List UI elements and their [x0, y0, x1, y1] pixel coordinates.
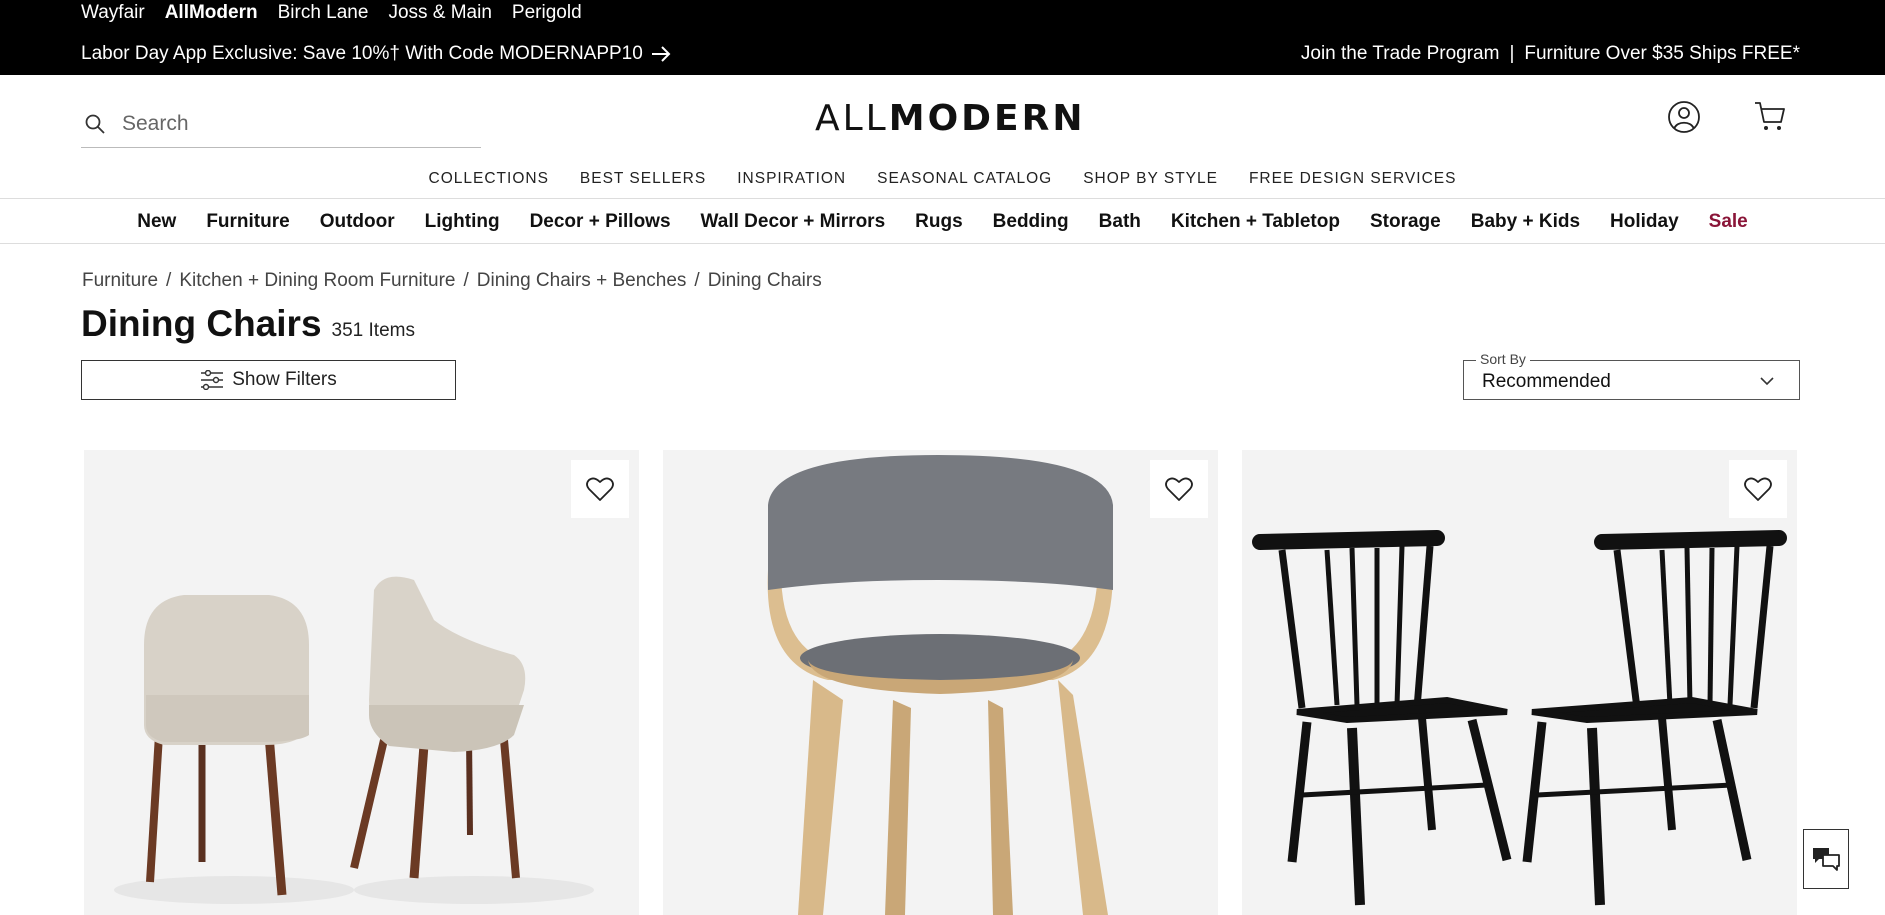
category-decor-pillows[interactable]: Decor + Pillows — [530, 211, 671, 233]
trade-links: Join the Trade Program | Furniture Over … — [1301, 43, 1800, 65]
heart-icon — [1165, 477, 1193, 501]
category-holiday[interactable]: Holiday — [1610, 211, 1679, 233]
product-image-black-spindle-chairs[interactable] — [1242, 450, 1797, 915]
subnav-inspiration[interactable]: INSPIRATION — [737, 170, 846, 188]
subnav-collections[interactable]: COLLECTIONS — [429, 170, 549, 188]
promo-link[interactable]: Labor Day App Exclusive: Save 10%† With … — [81, 43, 671, 65]
brand-link-perigold[interactable]: Perigold — [512, 2, 582, 24]
nav-divider — [0, 198, 1885, 199]
breadcrumb-separator: / — [694, 270, 700, 291]
sort-by-label: Sort By — [1476, 351, 1530, 367]
brand-link-wayfair[interactable]: Wayfair — [81, 2, 145, 24]
category-divider — [0, 243, 1885, 244]
chevron-down-icon — [1760, 377, 1774, 386]
heart-icon — [586, 477, 614, 501]
arrow-right-icon — [651, 46, 671, 62]
breadcrumb-separator: / — [463, 270, 469, 291]
secondary-nav: COLLECTIONS BEST SELLERS INSPIRATION SEA… — [0, 170, 1885, 188]
show-filters-label: Show Filters — [232, 369, 337, 390]
brand-link-birch-lane[interactable]: Birch Lane — [278, 2, 369, 24]
category-kitchen-tabletop[interactable]: Kitchen + Tabletop — [1171, 211, 1340, 233]
site-logo[interactable]: ALLMODERN — [815, 98, 1086, 139]
breadcrumb-dining-chairs-benches[interactable]: Dining Chairs + Benches — [477, 270, 687, 292]
sort-by-value: Recommended — [1482, 371, 1611, 392]
logo-thin-text: ALL — [815, 98, 889, 139]
trade-separator: | — [1509, 43, 1515, 64]
heart-icon — [1744, 477, 1772, 501]
item-count: 351 Items — [331, 320, 415, 341]
search-icon[interactable] — [84, 113, 106, 135]
category-lighting[interactable]: Lighting — [425, 211, 500, 233]
category-new[interactable]: New — [137, 211, 176, 233]
cart-icon[interactable] — [1754, 100, 1786, 132]
category-bath[interactable]: Bath — [1099, 211, 1141, 233]
chat-icon — [1813, 848, 1840, 871]
category-baby-kids[interactable]: Baby + Kids — [1471, 211, 1580, 233]
search-bar — [81, 100, 481, 148]
top-banner: Wayfair AllModern Birch Lane Joss & Main… — [0, 0, 1885, 75]
product-card[interactable] — [663, 450, 1218, 915]
page-title: Dining Chairs — [81, 303, 322, 344]
product-card[interactable] — [84, 450, 639, 915]
subnav-best-sellers[interactable]: BEST SELLERS — [580, 170, 706, 188]
breadcrumb-kitchen-dining[interactable]: Kitchen + Dining Room Furniture — [179, 270, 455, 292]
product-image-gray-wood-chair[interactable] — [663, 450, 1218, 915]
category-bedding[interactable]: Bedding — [993, 211, 1069, 233]
category-furniture[interactable]: Furniture — [206, 211, 289, 233]
category-sale[interactable]: Sale — [1709, 211, 1748, 233]
trade-program-link[interactable]: Join the Trade Program — [1301, 43, 1500, 65]
sliders-icon — [201, 370, 224, 390]
category-outdoor[interactable]: Outdoor — [320, 211, 395, 233]
promo-text: Labor Day App Exclusive: Save 10%† With … — [81, 43, 643, 64]
favorite-button[interactable] — [1729, 460, 1787, 518]
breadcrumb-separator: / — [166, 270, 172, 291]
chat-button[interactable] — [1803, 829, 1849, 889]
subnav-seasonal-catalog[interactable]: SEASONAL CATALOG — [877, 170, 1052, 188]
favorite-button[interactable] — [1150, 460, 1208, 518]
free-shipping-link[interactable]: Furniture Over $35 Ships FREE* — [1524, 43, 1800, 65]
show-filters-button[interactable]: Show Filters — [81, 360, 456, 400]
breadcrumb: Furniture / Kitchen + Dining Room Furnit… — [82, 270, 822, 292]
category-rugs[interactable]: Rugs — [915, 211, 963, 233]
breadcrumb-dining-chairs[interactable]: Dining Chairs — [708, 270, 822, 292]
page-header: Dining Chairs 351 Items — [81, 303, 415, 345]
sort-by-select[interactable]: Sort By Recommended — [1463, 351, 1800, 400]
product-image-upholstered-chairs[interactable] — [84, 450, 639, 915]
subnav-shop-by-style[interactable]: SHOP BY STYLE — [1083, 170, 1218, 188]
category-nav: New Furniture Outdoor Lighting Decor + P… — [0, 211, 1885, 233]
subnav-free-design-services[interactable]: FREE DESIGN SERVICES — [1249, 170, 1456, 188]
logo-bold-text: MODERN — [888, 98, 1086, 139]
brand-link-allmodern[interactable]: AllModern — [165, 2, 258, 24]
brand-link-joss-main[interactable]: Joss & Main — [388, 2, 491, 24]
account-icon[interactable] — [1667, 100, 1701, 134]
brand-switcher: Wayfair AllModern Birch Lane Joss & Main… — [81, 2, 582, 24]
favorite-button[interactable] — [571, 460, 629, 518]
category-storage[interactable]: Storage — [1370, 211, 1441, 233]
search-input[interactable] — [122, 111, 452, 136]
category-wall-decor-mirrors[interactable]: Wall Decor + Mirrors — [701, 211, 886, 233]
product-card[interactable] — [1242, 450, 1797, 915]
breadcrumb-furniture[interactable]: Furniture — [82, 270, 158, 292]
